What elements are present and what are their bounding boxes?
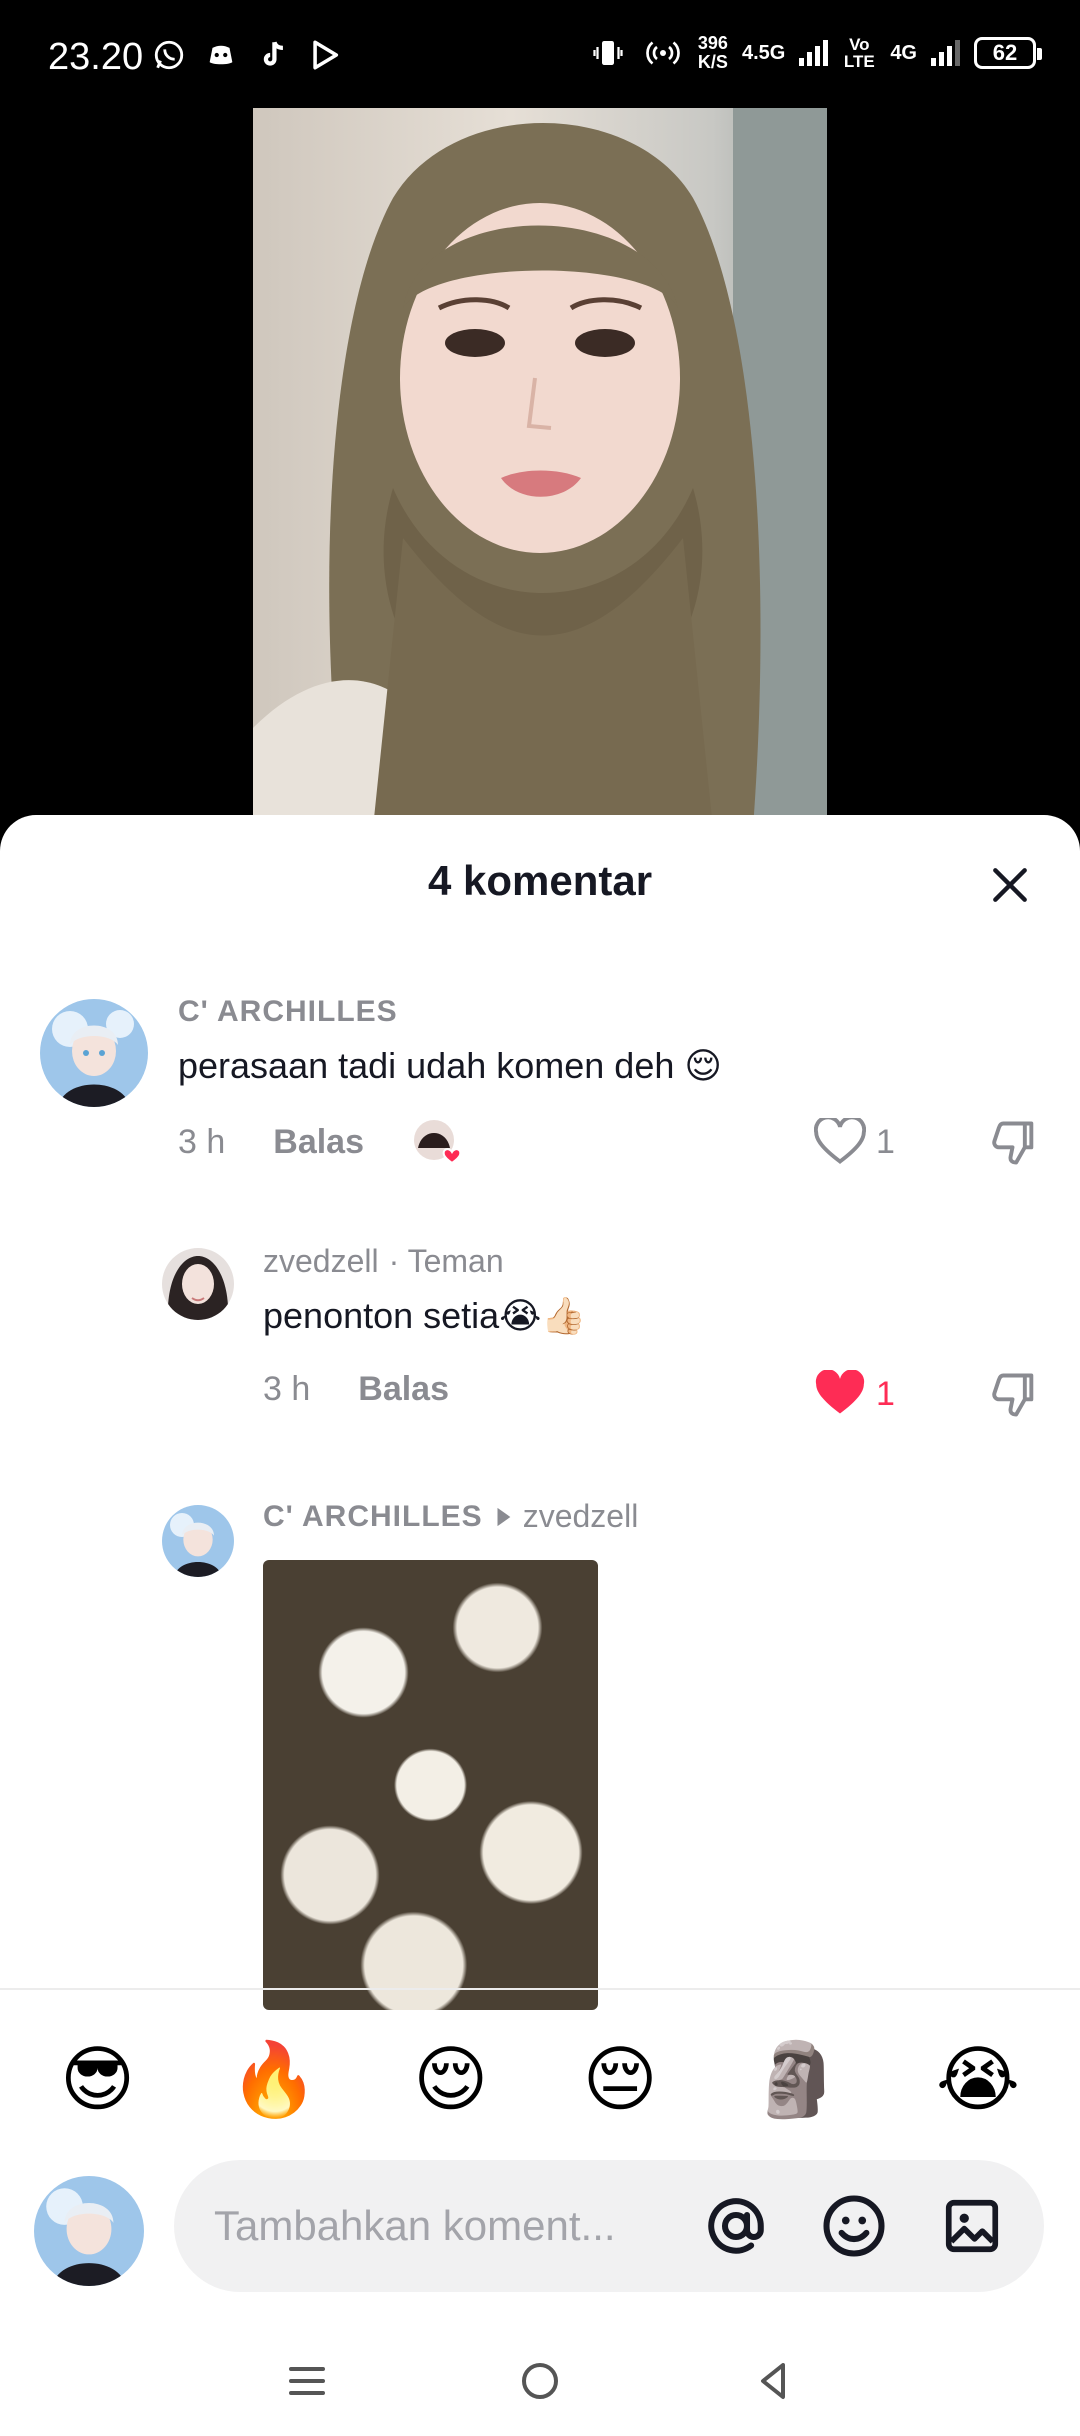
emoji-quick-bar: 😎 🔥 😌 😔 🗿 😭 (0, 2030, 1080, 2130)
volte-label: Vo LTE (843, 35, 875, 71)
avatar-image (162, 1505, 234, 1577)
vibrate-icon (593, 41, 623, 65)
network-type-2: 4G (890, 41, 917, 64)
mention-button[interactable] (700, 2190, 772, 2262)
status-bar: 23.20 396 K/S 4.5G Vo LTE 4G 62 (0, 0, 1080, 108)
network-speed-value: 396 (697, 33, 728, 53)
whatsapp-icon (154, 40, 184, 70)
hotspot-icon (646, 41, 680, 65)
emoji-button[interactable]: 😔 (583, 2030, 658, 2130)
back-button[interactable] (749, 2357, 797, 2410)
network-speed-unit: K/S (697, 52, 728, 72)
image-icon (945, 2199, 999, 2253)
emoji-button[interactable]: 😭 (936, 2030, 1020, 2130)
recent-apps-button[interactable] (283, 2357, 331, 2410)
comment-reply-item: C' ARCHILLES zvedzell (0, 815, 1080, 2015)
avatar[interactable] (162, 1505, 234, 1577)
video-player[interactable] (0, 108, 1080, 828)
battery-indicator: 62 (974, 37, 1042, 69)
image-attach-button[interactable] (936, 2190, 1008, 2262)
username-text: C' ARCHILLES (263, 1499, 483, 1533)
emoji-button[interactable]: 😌 (413, 2030, 488, 2130)
menu-icon (288, 2366, 325, 2395)
comment-image-daisies[interactable] (263, 1560, 598, 2010)
status-time: 23.20 (48, 36, 144, 78)
reply-arrow-icon (497, 1507, 511, 1526)
emoji-button[interactable]: 😎 (60, 2030, 135, 2130)
video-thumbnail-image (253, 108, 827, 828)
battery-level: 62 (992, 40, 1018, 65)
emoji-button[interactable]: 🗿 (752, 2030, 842, 2130)
home-button[interactable] (516, 2357, 564, 2410)
play-store-icon (313, 40, 339, 70)
comment-input-container[interactable] (174, 2160, 1044, 2292)
comment-username[interactable]: C' ARCHILLES zvedzell (263, 1498, 638, 1535)
network-type-1: 4.5G (741, 41, 786, 64)
video-frame[interactable] (253, 108, 827, 828)
status-notification-icons (152, 38, 342, 72)
system-navigation-bar (0, 2330, 1080, 2436)
at-icon (708, 2198, 764, 2254)
comment-input[interactable] (214, 2194, 694, 2258)
input-actions (700, 2190, 1008, 2262)
emoji-button[interactable]: 🔥 (229, 2030, 319, 2130)
reply-to-username[interactable]: zvedzell (523, 1498, 639, 1535)
tiktok-icon (263, 41, 284, 66)
user-avatar-image (34, 2176, 144, 2286)
network-speed: 396 K/S (698, 34, 728, 72)
smiley-icon (823, 2195, 885, 2257)
emoji-picker-button[interactable] (818, 2190, 890, 2262)
signal-icon-2 (931, 40, 960, 66)
discord-icon (209, 45, 233, 65)
home-circle-icon (521, 2362, 558, 2399)
status-system-icons: 396 K/S 4.5G Vo LTE 4G 62 (588, 34, 1042, 72)
user-avatar (34, 2176, 144, 2286)
back-triangle-icon (761, 2362, 786, 2399)
divider (0, 1988, 1080, 1990)
comment-input-row (0, 2160, 1080, 2296)
signal-icon (799, 40, 829, 66)
